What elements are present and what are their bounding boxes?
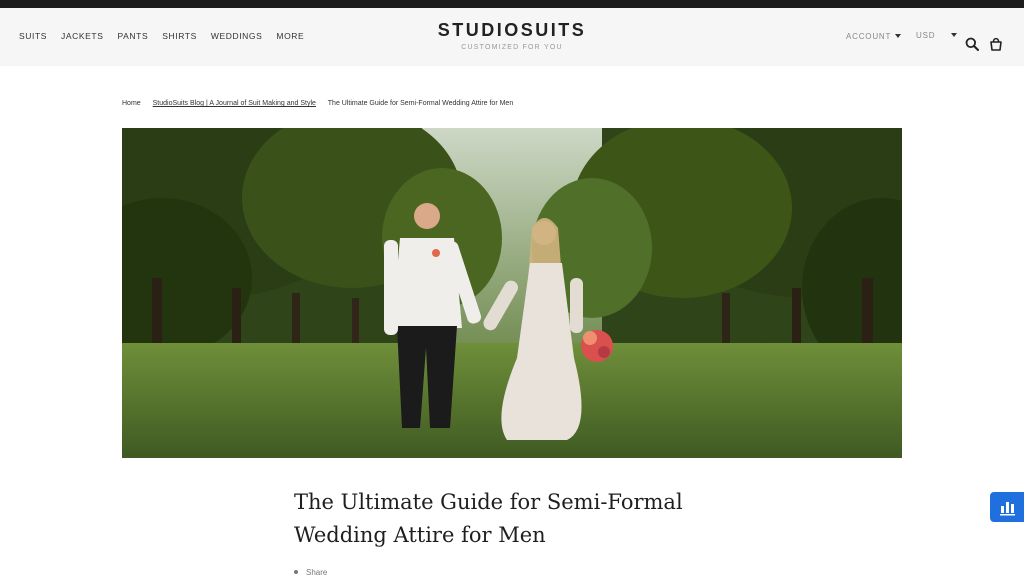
nav-item-weddings[interactable]: WEDDINGS [211, 31, 263, 41]
breadcrumb: Home StudioSuits Blog | A Journal of Sui… [122, 100, 523, 107]
currency-select[interactable]: USD [916, 31, 958, 40]
breadcrumb-blog[interactable]: StudioSuits Blog | A Journal of Suit Mak… [153, 100, 316, 107]
account-menu[interactable]: ACCOUNT [846, 32, 902, 41]
brand-logo[interactable]: STUDIOSUITS CUSTOMIZED FOR YOU [412, 20, 612, 51]
article-title: The Ultimate Guide for Semi-Formal Weddi… [294, 490, 683, 547]
brand-name: STUDIOSUITS [437, 20, 587, 40]
site-header: SUITS JACKETS PANTS SHIRTS WEDDINGS MORE… [0, 8, 1024, 66]
share-label: Share [306, 568, 328, 576]
chevron-down-icon [951, 33, 958, 37]
share-button[interactable]: Share [294, 568, 327, 576]
cart-icon[interactable] [989, 37, 1005, 53]
breadcrumb-home[interactable]: Home [122, 100, 141, 107]
main-nav: SUITS JACKETS PANTS SHIRTS WEDDINGS MORE [19, 31, 318, 41]
share-icon [294, 570, 298, 574]
chart-widget-icon [1000, 502, 1015, 516]
account-label: ACCOUNT [846, 32, 892, 41]
search-icon[interactable] [965, 37, 981, 53]
nav-item-shirts[interactable]: SHIRTS [162, 31, 197, 41]
nav-item-pants[interactable]: PANTS [118, 31, 149, 41]
chart-widget-button[interactable] [990, 492, 1024, 522]
breadcrumb-current: The Ultimate Guide for Semi-Formal Weddi… [327, 100, 514, 107]
currency-label: USD [916, 31, 936, 40]
nav-item-jackets[interactable]: JACKETS [61, 31, 103, 41]
hero-image [122, 128, 902, 458]
top-strip [0, 0, 1024, 8]
hero-photo [122, 128, 902, 458]
nav-item-more[interactable]: MORE [276, 31, 304, 41]
nav-item-suits[interactable]: SUITS [19, 31, 47, 41]
brand-tagline: CUSTOMIZED FOR YOU [461, 44, 563, 51]
chevron-down-icon [895, 34, 902, 38]
